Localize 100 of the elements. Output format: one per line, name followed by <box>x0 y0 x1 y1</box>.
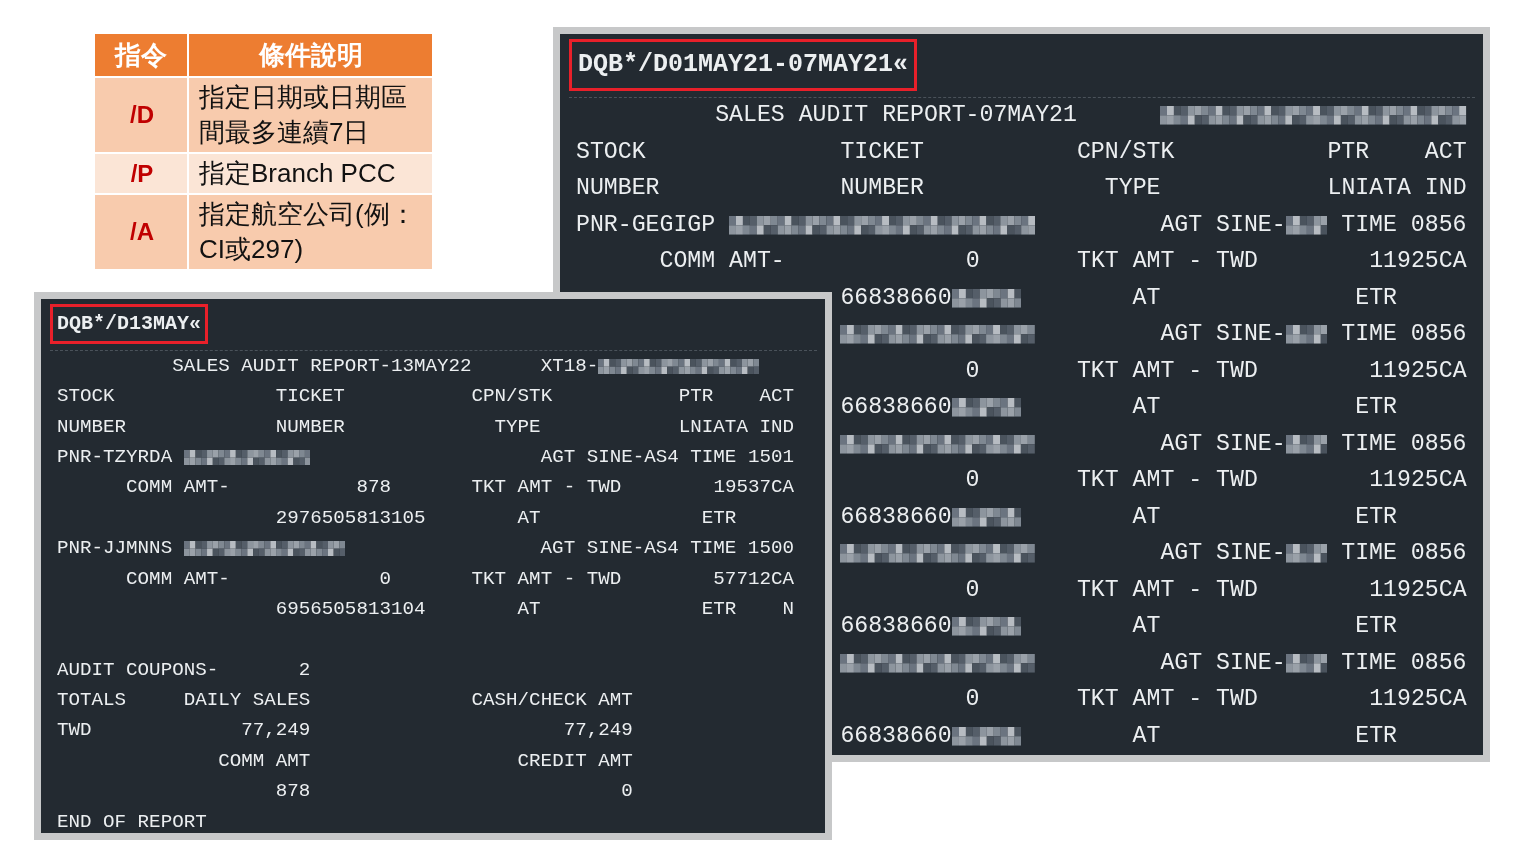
terminal-text: XT18- <box>540 353 599 379</box>
terminal-text: COMM AMT <box>218 748 311 774</box>
terminal-text: LNIATA IND <box>678 414 794 440</box>
column-header: 指令 <box>95 34 187 76</box>
terminal-text: AUDIT COUPONS- <box>57 657 219 683</box>
terminal-text: ACT <box>759 384 794 410</box>
terminal-text: 0 <box>965 575 980 605</box>
terminal-text: TIME 0856 <box>1340 320 1467 350</box>
terminal-text: STOCK <box>57 384 115 410</box>
terminal-text: ETR <box>1355 721 1397 751</box>
terminal-text: 77,249 <box>241 718 311 744</box>
terminal-text: AT <box>1132 393 1161 423</box>
terminal-text: PTR <box>1327 137 1370 167</box>
terminal-text: AT <box>517 505 541 531</box>
terminal-text: TKT AMT - TWD <box>471 566 622 592</box>
terminal-text: 2976505813105 <box>275 505 426 531</box>
blurred-text <box>1285 434 1328 454</box>
terminal-text: AT <box>1132 283 1161 313</box>
terminal-text: NUMBER <box>840 174 924 204</box>
terminal-text: ETR <box>1355 393 1397 423</box>
terminal-text: ACT <box>1424 137 1467 167</box>
terminal-text: TICKET <box>275 384 345 410</box>
terminal-text: COMM AMT- <box>126 475 230 501</box>
terminal-text: END OF REPORT <box>57 809 207 835</box>
command-text: DQB*/D01MAY21-07MAY21« <box>569 39 918 91</box>
terminal-text: TIME 0856 <box>1340 648 1467 678</box>
description-cell: 指定航空公司(例：CI或297) <box>189 195 432 270</box>
terminal-text: TOTALS <box>57 688 127 714</box>
terminal-text: AT <box>517 596 541 622</box>
terminal-text: TWD <box>57 718 92 744</box>
terminal-text: 19537CA <box>713 475 794 501</box>
terminal-text: TKT AMT - TWD <box>471 475 622 501</box>
blurred-text <box>951 507 1022 527</box>
terminal-text: 11925CA <box>1369 466 1467 496</box>
terminal-text: TKT AMT - TWD <box>1076 356 1258 386</box>
terminal-text: TICKET <box>840 137 924 167</box>
terminal-text: CPN/STK <box>471 384 553 410</box>
terminal-text: TYPE <box>494 414 541 440</box>
terminal-text: 11925CA <box>1369 685 1467 715</box>
terminal-text: ETR <box>701 596 737 622</box>
terminal-text: 878 <box>356 475 391 501</box>
terminal-text: STOCK <box>576 137 646 167</box>
terminal-text: AGT SINE- <box>1160 539 1286 569</box>
terminal-text: 11925CA <box>1369 356 1467 386</box>
blurred-text <box>951 726 1022 746</box>
terminal-text: LNIATA IND <box>1327 174 1467 204</box>
blurred-text <box>1285 544 1328 563</box>
terminal-text: N <box>782 596 794 622</box>
terminal-text: 0 <box>379 566 391 592</box>
terminal-text: 6956505813104 <box>275 596 426 622</box>
terminal-text: 77,249 <box>563 718 633 744</box>
terminal-text: AT <box>1132 721 1161 751</box>
terminal-text: AT <box>1132 502 1161 532</box>
terminal-text: PTR <box>678 384 714 410</box>
terminal-text: NUMBER <box>57 414 127 440</box>
blurred-text <box>951 398 1022 417</box>
terminal-text: 11925CA <box>1369 575 1467 605</box>
terminal-text: COMM AMT- <box>659 247 785 277</box>
command-text: DQB*/D13MAY« <box>50 304 209 344</box>
terminal-text: 66838660 <box>840 721 952 751</box>
terminal-text: CREDIT AMT <box>517 748 633 774</box>
terminal-text: ETR <box>1355 502 1397 532</box>
terminal-text: NUMBER <box>275 414 345 440</box>
terminal-text: 66838660 <box>840 502 952 532</box>
terminal-text: TKT AMT - TWD <box>1076 685 1258 715</box>
terminal-text: 0 <box>621 779 633 805</box>
terminal-text: 0 <box>965 685 980 715</box>
terminal-text: AGT SINE- <box>1160 429 1286 459</box>
terminal-text: CPN/STK <box>1076 137 1175 167</box>
command-cell: /D <box>95 78 187 153</box>
description-cell: 指定Branch PCC <box>189 154 432 194</box>
terminal-text: TKT AMT - TWD <box>1076 575 1258 605</box>
terminal-text: ETR <box>1355 612 1397 642</box>
blurred-text <box>951 288 1022 308</box>
description-cell: 指定日期或日期區間最多連續7日 <box>189 78 432 153</box>
terminal-text: 0 <box>965 356 980 386</box>
command-cell: /P <box>95 154 187 194</box>
blurred-text <box>1285 325 1328 344</box>
terminal-text: PNR-GEGIGP <box>576 210 717 240</box>
terminal-text: 878 <box>275 779 311 805</box>
terminal-text: DAILY SALES <box>183 688 311 714</box>
terminal-text: 0 <box>965 247 980 277</box>
blurred-text <box>1285 215 1328 235</box>
column-header: 條件說明 <box>189 34 432 76</box>
terminal-text: AGT SINE- <box>1160 648 1286 678</box>
terminal-text: AGT SINE-AS4 TIME 1501 <box>540 444 794 470</box>
blurred-text <box>951 617 1022 636</box>
terminal-text: CASH/CHECK AMT <box>471 688 633 714</box>
terminal-text: 66838660 <box>840 283 952 313</box>
terminal-text: TKT AMT - TWD <box>1076 466 1258 496</box>
terminal-text: ETR <box>701 505 737 531</box>
terminal-text: 57712CA <box>713 566 794 592</box>
terminal-text: SALES AUDIT REPORT-07MAY21 <box>715 101 1077 131</box>
terminal-text: TIME 0856 <box>1340 210 1467 240</box>
terminal-text: TKT AMT - TWD <box>1076 247 1258 277</box>
terminal-text: NUMBER <box>576 174 660 204</box>
terminal-text: 66838660 <box>840 393 952 423</box>
terminal-text: TIME 0856 <box>1340 429 1467 459</box>
terminal-text: 0 <box>965 466 980 496</box>
terminal-text: AGT SINE- <box>1160 320 1286 350</box>
